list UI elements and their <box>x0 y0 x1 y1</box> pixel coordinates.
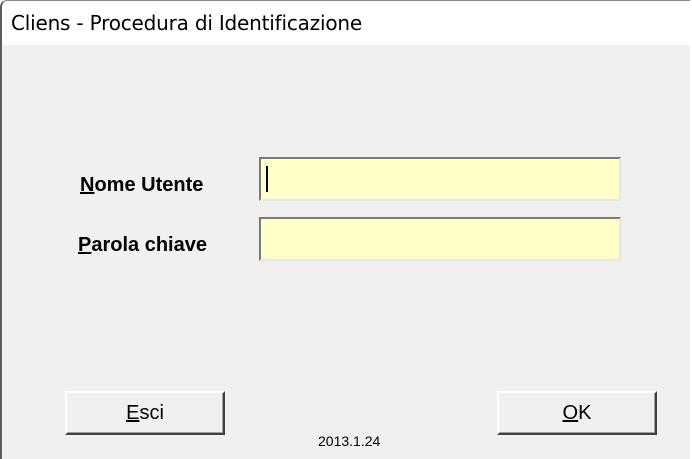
text-caret <box>266 166 268 192</box>
password-field[interactable] <box>259 217 621 261</box>
title-bar[interactable]: Cliens - Procedura di Identificazione <box>2 1 690 45</box>
login-window: Cliens - Procedura di Identificazione No… <box>0 0 690 459</box>
username-field[interactable] <box>259 157 621 201</box>
password-label-text: arola chiave <box>91 234 207 256</box>
exit-button-accelerator: E <box>126 401 140 424</box>
version-label: 2013.1.24 <box>318 433 381 449</box>
ok-button-label: K <box>578 401 592 424</box>
username-label: Nome Utente <box>80 174 203 197</box>
ok-button-accelerator: O <box>562 401 579 424</box>
exit-button[interactable]: Esci <box>65 391 225 435</box>
exit-button-label: sci <box>139 401 164 424</box>
window-title: Cliens - Procedura di Identificazione <box>11 11 362 35</box>
password-label: Parola chiave <box>78 234 207 257</box>
username-label-text: ome Utente <box>94 174 204 196</box>
password-label-accelerator: P <box>78 234 92 256</box>
ok-button[interactable]: OK <box>497 391 657 435</box>
username-label-accelerator: N <box>80 174 95 196</box>
